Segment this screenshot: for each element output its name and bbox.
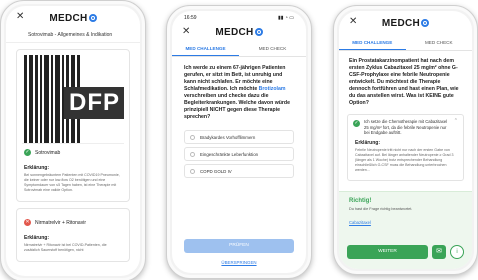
chevron-up-icon[interactable]: ⌃ xyxy=(454,118,458,136)
cross-icon: ✕ xyxy=(24,219,31,226)
answer-option[interactable]: Eingeschränkte Leberfunktion xyxy=(184,147,294,161)
question-text: Ich werde zu einem 67-jährigen Patienten… xyxy=(184,65,290,120)
status-label: Sotrovimab xyxy=(35,149,61,156)
close-icon[interactable]: ✕ xyxy=(349,16,357,27)
tab-bar: MED CHALLENGE MED CHECK xyxy=(339,35,472,51)
result-subtitle: Du hast die Frage richtig beantwortet. xyxy=(349,207,413,211)
phone-3: ✕ MEDCH MED CHALLENGE MED CHECK Ein Pros… xyxy=(333,5,478,275)
brand-mark-icon xyxy=(254,28,263,36)
status-icons: ▮▮ ◔ ▭ xyxy=(277,15,294,21)
result-title: Richtig! xyxy=(349,198,372,204)
answer-option[interactable]: COPD GOLD IV xyxy=(184,164,294,178)
close-icon[interactable]: ✕ xyxy=(16,11,24,22)
phone-1-screen: ✕ MEDCH Sotrovimab - Allgemeines & Indik… xyxy=(6,6,140,276)
skip-link[interactable]: ÜBERSPRINGEN xyxy=(172,260,306,265)
status-label: Nirmatrelvir + Ritonavir xyxy=(35,219,86,226)
explanation-text: Febrile Neutropenie tritt nicht nur nach… xyxy=(355,147,454,172)
status-row: ✕ Nirmatrelvir + Ritonavir xyxy=(22,214,124,231)
drug-card-nirmatrelvir: ✕ Nirmatrelvir + Ritonavir Erklärung: Ni… xyxy=(16,208,130,262)
status-row: ✓ Sotrovimab xyxy=(22,143,124,161)
tab-med-challenge[interactable]: MED CHALLENGE xyxy=(339,35,406,50)
drug-link[interactable]: Cabazitaxel xyxy=(349,220,371,225)
app-header: ✕ MEDCH xyxy=(6,6,140,30)
phone-3-screen: ✕ MEDCH MED CHALLENGE MED CHECK Ein Pros… xyxy=(339,11,472,269)
phone-2: 16:59 ▮▮ ◔ ▭ ✕ MEDCH MED CHALLENGE MED C… xyxy=(166,5,312,279)
brand-mark-icon xyxy=(421,19,430,27)
radio-icon xyxy=(190,168,195,174)
drug-card-sotrovimab: DFP ✓ Sotrovimab Erklärung: Bei sonnenge… xyxy=(16,49,130,202)
page-title: Sotrovimab - Allgemeines & Indikation xyxy=(6,30,140,43)
tab-bar: MED CHALLENGE MED CHECK xyxy=(172,41,306,57)
tab-med-check[interactable]: MED CHECK xyxy=(406,35,473,50)
info-icon[interactable]: i xyxy=(450,245,464,259)
clock: 16:59 xyxy=(184,15,197,21)
app-header: ✕ MEDCH xyxy=(172,23,306,41)
next-button[interactable]: WEITER xyxy=(347,245,428,259)
explanation-heading: Erklärung: xyxy=(355,139,381,146)
brand-logo: MEDCH xyxy=(382,18,430,29)
phone-2-screen: 16:59 ▮▮ ◔ ▭ ✕ MEDCH MED CHALLENGE MED C… xyxy=(172,11,306,273)
answer-row: ✓ Ich setze die Chemotherapie mit Cabazi… xyxy=(353,118,458,136)
brand-logo: MEDCH xyxy=(215,27,263,38)
tab-med-check[interactable]: MED CHECK xyxy=(239,41,306,56)
answer-text: Ich setze die Chemotherapie mit Cabazita… xyxy=(364,119,448,136)
explanation-heading: Erklärung: xyxy=(24,235,50,241)
radio-icon xyxy=(190,151,195,157)
explanation-text: Bei sonnengebräuntem Patienten mit COVID… xyxy=(24,173,120,192)
drug-image: DFP xyxy=(22,55,124,143)
brand-mark-icon xyxy=(88,14,97,22)
app-header: ✕ MEDCH xyxy=(339,11,472,35)
result-actions: WEITER ✉ i xyxy=(347,245,464,259)
close-icon[interactable]: ✕ xyxy=(182,26,190,37)
explanation-heading: Erklärung: xyxy=(24,165,50,171)
check-icon: ✓ xyxy=(24,149,31,156)
tab-med-challenge[interactable]: MED CHALLENGE xyxy=(172,41,239,56)
explanation-text: Nirmatrelvir + Ritonavir ist bei COVID-P… xyxy=(24,243,107,252)
chat-icon[interactable]: ✉ xyxy=(432,245,446,259)
brand-logo: MEDCH xyxy=(49,13,97,24)
radio-icon xyxy=(190,134,195,140)
selected-answer[interactable]: ✓ Ich setze die Chemotherapie mit Cabazi… xyxy=(347,114,464,181)
status-bar: 16:59 ▮▮ ◔ ▭ xyxy=(172,11,306,23)
check-icon: ✓ xyxy=(353,120,360,127)
check-button[interactable]: PRÜFEN xyxy=(184,239,294,253)
dfp-label: DFP xyxy=(64,87,124,119)
answer-option[interactable]: Bradykardes Vorhofflimmern xyxy=(184,130,294,144)
result-panel: Richtig! Du hast die Frage richtig beant… xyxy=(339,191,472,269)
phone-1: ✕ MEDCH Sotrovimab - Allgemeines & Indik… xyxy=(0,0,146,280)
question-text: Ein Prostatakarzinompatient hat nach dem… xyxy=(349,58,459,106)
drug-link[interactable]: Brotizolam xyxy=(259,86,286,92)
